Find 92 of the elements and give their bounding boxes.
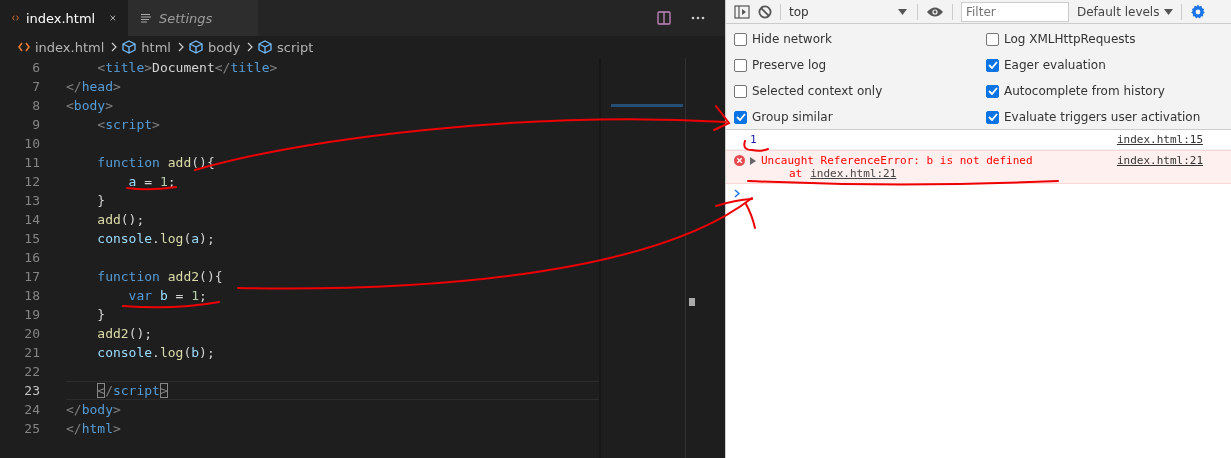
checkmark-icon — [987, 61, 998, 69]
bracket-match: > — [159, 383, 168, 398]
stack-link[interactable]: index.html:21 — [810, 167, 897, 180]
line-number: 16 — [23, 249, 40, 267]
line-number: 21 — [23, 344, 40, 362]
stack-label: at — [789, 167, 803, 180]
line-number: 10 — [23, 135, 40, 153]
line-number: 13 — [23, 192, 40, 210]
more-icon[interactable] — [691, 16, 705, 20]
option-label: Autocomplete from history — [1004, 84, 1165, 98]
expand-triangle-icon[interactable] — [750, 157, 756, 165]
line-number: 11 — [23, 154, 40, 172]
sidebar-toggle-icon[interactable] — [734, 4, 750, 19]
line-number: 25 — [23, 420, 40, 438]
code-line: add2(); — [96, 326, 153, 341]
checkbox[interactable] — [986, 32, 999, 46]
line-number: 20 — [23, 325, 40, 343]
error-text: Uncaught ReferenceError: b is not defined — [761, 154, 1033, 167]
breadcrumb-item[interactable]: body — [207, 39, 241, 55]
breadcrumb-item[interactable]: html — [141, 39, 171, 55]
checkbox[interactable] — [986, 110, 999, 124]
caret-down-icon — [1164, 8, 1174, 15]
code-line: <body> — [66, 98, 113, 113]
cube-icon — [188, 40, 203, 54]
code-line: console.log(b); — [96, 345, 215, 360]
context-label: top — [789, 4, 809, 19]
line-number: 14 — [23, 211, 40, 229]
lines-icon — [140, 13, 152, 23]
breadcrumb-item[interactable]: index.html — [35, 39, 105, 55]
option-label: Evaluate triggers user activation — [1004, 110, 1201, 124]
line-number: 22 — [23, 363, 40, 381]
line-number: 17 — [23, 268, 40, 286]
filter-field[interactable]: Filter — [961, 1, 1069, 22]
source-link[interactable]: index.html:21 — [1116, 154, 1203, 180]
cube-icon — [122, 40, 137, 54]
line-number: 15 — [23, 230, 40, 248]
line-number: 18 — [23, 287, 40, 305]
code-line: console.log(a); — [96, 231, 215, 246]
checkbox[interactable] — [986, 58, 999, 72]
editor-tab[interactable]: Settings — [128, 0, 258, 36]
close-icon[interactable] — [110, 13, 116, 23]
code-line: </html> — [66, 421, 121, 436]
code-line: <title>Document</title> — [96, 60, 278, 75]
checkmark-icon — [987, 87, 998, 95]
code-line: </head> — [66, 79, 121, 94]
line-number: 7 — [31, 78, 40, 96]
checkbox[interactable] — [734, 32, 747, 46]
editor-tab[interactable]: index.html — [0, 0, 128, 36]
line-number: 6 — [31, 59, 40, 77]
line-number: 24 — [23, 401, 40, 419]
option-label: Log XMLHttpRequests — [1004, 32, 1136, 46]
checkbox[interactable] — [734, 84, 747, 98]
caret-down-icon — [898, 8, 907, 15]
line-number: 8 — [31, 97, 40, 115]
code-brackets-icon — [12, 13, 19, 23]
log-value: 1 — [749, 133, 757, 146]
code-line: add(); — [96, 212, 145, 227]
context-dropdown[interactable]: top — [789, 4, 909, 19]
code-line: </body> — [66, 402, 121, 417]
checkbox[interactable] — [734, 58, 747, 72]
code-line: <script> — [96, 117, 160, 132]
option-label: Group similar — [752, 110, 833, 124]
code-line: var b = 1; — [127, 288, 207, 303]
line-number: 12 — [23, 173, 40, 191]
error-icon — [734, 155, 745, 166]
option-label: Hide network — [752, 32, 832, 46]
eye-icon[interactable] — [926, 5, 944, 18]
prompt-chevron-icon — [734, 189, 740, 198]
cube-icon — [258, 40, 273, 54]
chevron-right-icon — [247, 42, 254, 52]
clear-icon[interactable] — [758, 4, 772, 19]
checkmark-icon — [735, 113, 746, 121]
chevron-right-icon — [111, 42, 118, 52]
code-line: } — [96, 193, 106, 208]
chevron-right-icon — [177, 42, 184, 52]
split-editor-icon[interactable] — [657, 11, 671, 25]
line-number: 19 — [23, 306, 40, 324]
breadcrumb-item[interactable]: script — [277, 39, 314, 55]
checkmark-icon — [987, 113, 998, 121]
code-line: function add2(){ — [96, 269, 223, 284]
settings-icon[interactable] — [1190, 3, 1207, 20]
checkbox[interactable] — [986, 84, 999, 98]
line-number: 9 — [31, 116, 40, 134]
code-brackets-icon — [18, 42, 30, 52]
option-label: Preserve log — [752, 58, 827, 72]
code-line: } — [96, 307, 106, 322]
source-link[interactable]: index.html:15 — [1116, 133, 1203, 146]
line-number: 23 — [23, 382, 40, 400]
levels-dropdown[interactable]: Default levels — [1077, 4, 1174, 19]
option-label: Selected context only — [752, 84, 883, 98]
checkbox[interactable] — [734, 110, 747, 124]
option-label: Eager evaluation — [1004, 58, 1106, 72]
